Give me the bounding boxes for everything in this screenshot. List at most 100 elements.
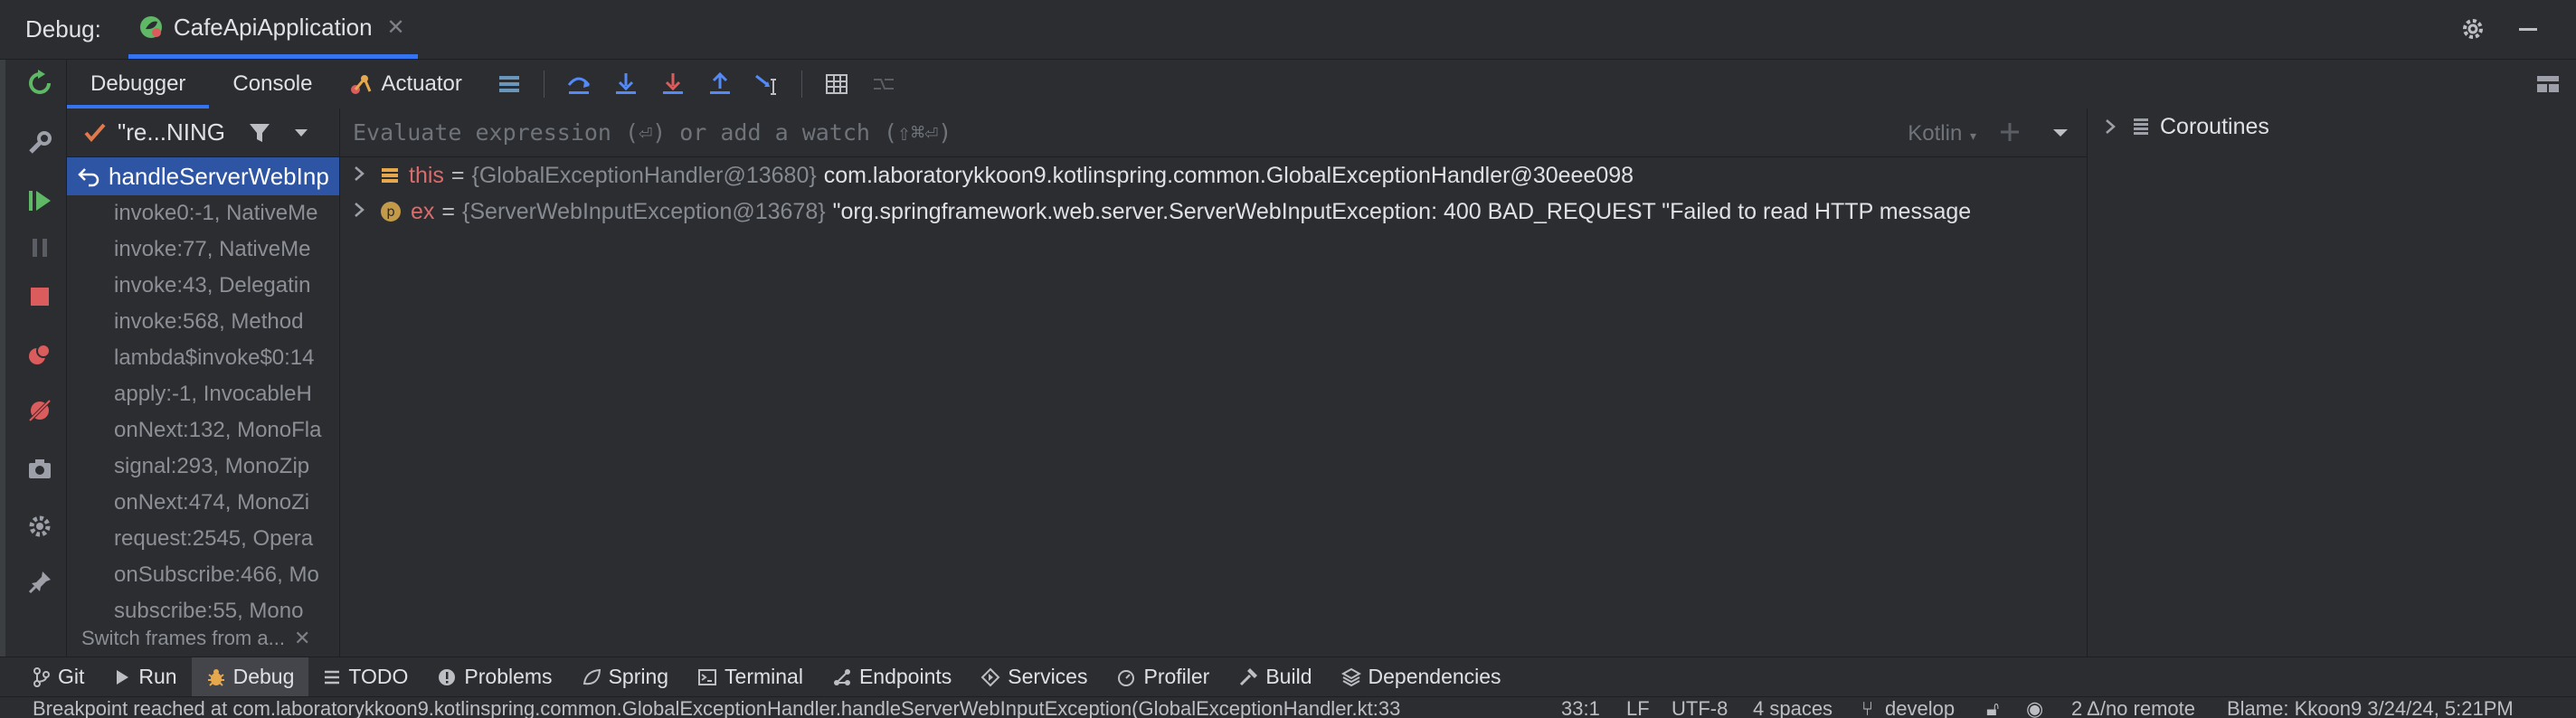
coroutines-row[interactable]: Coroutines [2088,109,2576,145]
expand-chevron-icon[interactable] [2104,118,2117,136]
tool-window-build[interactable]: Build [1224,657,1326,697]
debugger-toolbar: Debugger Console Actuator [67,60,2576,109]
view-breakpoints-icon[interactable] [24,338,56,371]
tool-window-label: Git [58,665,85,688]
run-icon [113,667,131,687]
frame-item[interactable]: onNext:132, MonoFla [67,412,339,449]
tool-window-profiler[interactable]: Profiler [1102,657,1224,697]
switch-frames-hint-text: Switch frames from a... [81,627,285,649]
frame-item[interactable]: signal:293, MonoZip [67,449,339,485]
step-into-icon[interactable] [602,60,649,109]
settings-gear-icon[interactable] [2460,16,2486,42]
language-selector[interactable]: Kotlin ▾ [1908,121,1976,146]
status-message[interactable]: Breakpoint reached at com.laboratorykkoo… [33,697,1400,718]
settings-icon[interactable] [24,510,56,543]
indent-setting[interactable]: 4 spaces [1753,697,1833,718]
status-bar: Breakpoint reached at com.laboratorykkoo… [0,696,2576,718]
modify-config-wrench-icon[interactable] [24,127,56,159]
tool-window-label: Services [1008,665,1088,688]
file-encoding[interactable]: UTF-8 [1672,697,1728,718]
frame-item[interactable]: request:2545, Opera [67,521,339,557]
tool-window-label: Terminal [724,665,803,688]
git-icon [33,666,51,687]
expand-chevron-icon[interactable] [353,199,374,225]
minimize-icon[interactable] [2516,16,2540,42]
camera-snapshot-icon[interactable] [24,452,56,485]
layout-settings-icon[interactable] [2534,71,2562,98]
frame-item[interactable]: invoke:568, Method [67,304,339,340]
expand-chevron-icon[interactable] [353,163,374,189]
variable-name: this [409,162,444,188]
tab-debugger[interactable]: Debugger [67,60,210,109]
run-config-tab[interactable]: CafeApiApplication ✕ [128,1,418,59]
close-tab-icon[interactable]: ✕ [387,14,405,41]
caret-position[interactable]: 33:1 [1561,697,1600,718]
frame-item[interactable]: invoke0:-1, NativeMe [67,195,339,231]
editor-gutter-edge [0,60,5,657]
tool-window-endpoints[interactable]: Endpoints [818,657,966,697]
equals-sign: = [450,162,465,188]
run-to-cursor-icon[interactable] [743,60,791,109]
frame-item[interactable]: onNext:474, MonoZi [67,485,339,521]
tool-window-spring[interactable]: Spring [567,657,683,697]
tool-window-problems[interactable]: Problems [422,657,566,697]
evaluate-expression-input[interactable] [353,119,1890,146]
tool-window-git[interactable]: Git [18,657,99,697]
step-over-icon[interactable] [555,60,602,109]
terminal-icon [697,667,717,687]
close-hint-icon[interactable]: ✕ [294,627,310,650]
tab-actuator[interactable]: Actuator [336,60,485,109]
frame-item[interactable]: invoke:43, Delegatin [67,268,339,304]
vcs-branch[interactable]: develop [1885,697,1955,718]
rerun-icon[interactable] [24,67,56,99]
git-blame[interactable]: Blame: Kkoon9 3/24/24, 5:21PM [2227,697,2514,718]
tool-window-label: Build [1265,665,1312,688]
field-icon [380,165,400,185]
tool-window-services[interactable]: Services [966,657,1102,697]
chevron-down-icon[interactable] [2050,123,2070,143]
frame-item[interactable]: lambda$invoke$0:14 [67,340,339,376]
tab-console[interactable]: Console [209,60,336,109]
evaluate-table-icon[interactable] [813,60,860,109]
tool-window-dependencies[interactable]: Dependencies [1327,657,1516,697]
variable-row[interactable]: this = {GlobalExceptionHandler@13680} co… [340,157,2087,194]
force-step-into-icon[interactable] [649,60,696,109]
layout-lines-icon[interactable] [486,60,533,109]
vcs-remote-status[interactable]: 2 Δ/no remote [2071,697,2195,718]
spring-icon [582,667,601,687]
build-icon [1238,667,1258,687]
tool-window-bar: Git Run Debug TODO Problems Spring Termi… [0,657,2576,697]
tool-window-debug[interactable]: Debug [191,657,309,697]
evaluate-bar: Kotlin ▾ [340,109,2087,157]
run-config-name: CafeApiApplication [173,13,373,41]
filter-icon[interactable] [247,120,272,146]
resume-icon[interactable] [24,184,56,217]
parameter-icon: p [380,201,402,222]
line-ending[interactable]: LF [1626,697,1650,718]
pause-icon[interactable] [24,231,56,264]
endpoints-icon [832,667,852,687]
thread-selector[interactable]: "re...NING [67,109,339,157]
dependencies-icon [1340,667,1361,687]
tool-window-label: Profiler [1143,665,1210,688]
inspections-icon[interactable]: ◉ [2026,697,2043,718]
tool-window-label: Debug [232,665,295,688]
services-icon [980,667,1000,687]
pin-tab-icon[interactable] [24,566,56,599]
frame-item-selected[interactable]: handleServerWebInp [67,157,339,195]
step-out-icon[interactable] [696,60,743,109]
tool-window-run[interactable]: Run [99,657,191,697]
variable-row[interactable]: p ex = {ServerWebInputException@13678} "… [340,194,2087,230]
frame-item[interactable]: onSubscribe:466, Mo [67,557,339,593]
checkmark-icon [83,121,107,145]
tool-window-todo[interactable]: TODO [308,657,422,697]
frame-item[interactable]: invoke:77, NativeMe [67,231,339,268]
stop-icon[interactable] [24,280,56,313]
chevron-down-icon[interactable] [292,124,310,142]
lock-icon[interactable]: 🔓︎ [1986,697,1999,718]
tool-window-terminal[interactable]: Terminal [683,657,818,697]
frame-item[interactable]: apply:-1, InvocableH [67,376,339,412]
mute-breakpoints-icon[interactable] [24,394,56,427]
variable-value: com.laboratorykkoon9.kotlinspring.common… [823,162,1634,188]
frame-label: handleServerWebInp [109,162,329,190]
